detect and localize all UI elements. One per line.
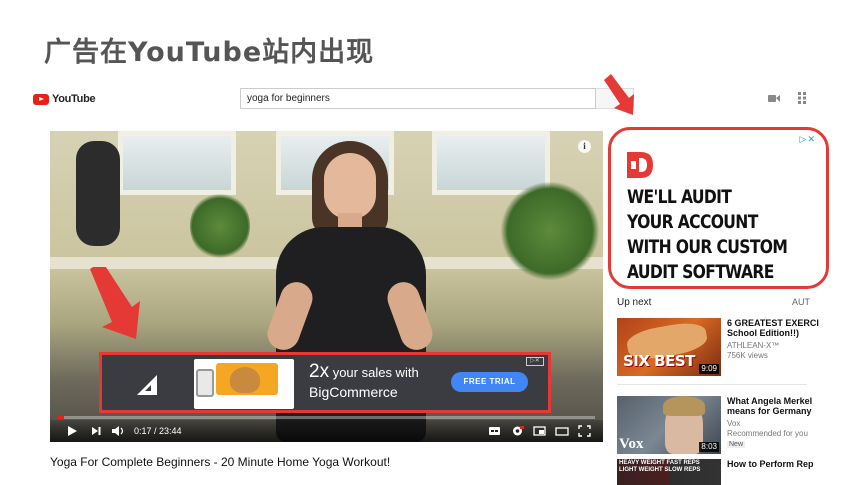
free-trial-button[interactable]: FREE TRIAL	[451, 372, 528, 392]
adchoices-icon[interactable]: ▷✕	[800, 134, 816, 145]
settings-gear-icon[interactable]	[511, 424, 524, 438]
display-ad-headline: WE'LL AUDIT YOUR ACCOUNT WITH OUR CUSTOM…	[627, 186, 788, 283]
bigcommerce-logo-icon	[137, 375, 157, 395]
view-count: 756K views	[727, 351, 768, 360]
overlay-ad-close-icon[interactable]: ▷✕	[526, 357, 544, 366]
up-next-item[interactable]: SIX BEST 9:09 6 GREATEST EXERCI School Ed…	[617, 318, 847, 380]
video-title: 6 GREATEST EXERCI School Edition!!)	[727, 318, 819, 338]
progress-bar[interactable]	[58, 416, 595, 419]
recommended-label: Recommended for you	[727, 429, 808, 438]
up-next-label: Up next	[617, 297, 652, 308]
annotation-arrow-icon	[604, 74, 634, 115]
autoplay-label: AUT	[792, 297, 810, 307]
video-thumbnail[interactable]: SIX BEST 9:09	[617, 318, 721, 376]
video-duration: 9:09	[699, 364, 719, 374]
video-title: What Angela Merkel means for Germany	[727, 396, 813, 416]
overlay-ad-headline: 2x your sales with	[309, 361, 419, 382]
overlay-ad-subline: BigCommerce	[309, 384, 398, 400]
upload-camera-icon[interactable]	[768, 94, 780, 103]
youtube-logo[interactable]: YouTube	[33, 92, 96, 106]
new-badge: New	[727, 441, 746, 448]
advertiser-logo-icon	[627, 152, 653, 178]
video-title[interactable]: Yoga For Complete Beginners - 20 Minute …	[50, 455, 390, 469]
channel-name[interactable]: ATHLEAN-X™	[727, 341, 779, 350]
next-icon[interactable]	[90, 424, 102, 438]
player-controls: 0:17 / 23:44	[50, 420, 603, 442]
overlay-ad[interactable]: 2x your sales with BigCommerce FREE TRIA…	[99, 352, 551, 413]
display-ad[interactable]: ▷✕ WE'LL AUDIT YOUR ACCOUNT WITH OUR CUS…	[608, 127, 829, 289]
video-duration: 8:03	[699, 442, 719, 452]
video-title: How to Perform Rep	[727, 459, 814, 469]
search-input[interactable]: yoga for beginners	[240, 88, 596, 109]
yoga-mat	[76, 141, 120, 246]
fullscreen-icon[interactable]	[578, 424, 591, 438]
time-display: 0:17 / 23:44	[134, 426, 182, 436]
miniplayer-icon[interactable]	[533, 424, 546, 438]
overlay-ad-image	[194, 359, 294, 409]
up-next-item[interactable]: Vox 8:03 What Angela Merkel means for Ger…	[617, 396, 847, 458]
channel-name[interactable]: Vox	[727, 419, 740, 428]
annotation-arrow-icon	[90, 267, 140, 339]
youtube-logo-text: YouTube	[52, 93, 96, 105]
captions-icon[interactable]	[488, 424, 501, 438]
theater-mode-icon[interactable]	[555, 424, 569, 438]
video-thumbnail[interactable]: HEAVY WEIGHT FAST REPS LIGHT WEIGHT SLOW…	[617, 459, 721, 485]
apps-grid-icon[interactable]	[798, 92, 806, 104]
up-next-item[interactable]: HEAVY WEIGHT FAST REPS LIGHT WEIGHT SLOW…	[617, 459, 847, 485]
info-icon[interactable]: i	[578, 140, 591, 153]
slide-title: 广告在YouTube站内出现	[44, 37, 375, 68]
play-icon[interactable]	[66, 424, 78, 438]
youtube-play-icon	[33, 93, 49, 105]
volume-icon[interactable]	[111, 424, 125, 438]
video-player[interactable]: i 2x your sales with BigCommerce FREE TR…	[50, 131, 603, 442]
video-thumbnail[interactable]: Vox 8:03	[617, 396, 721, 454]
progress-fill	[58, 416, 65, 419]
